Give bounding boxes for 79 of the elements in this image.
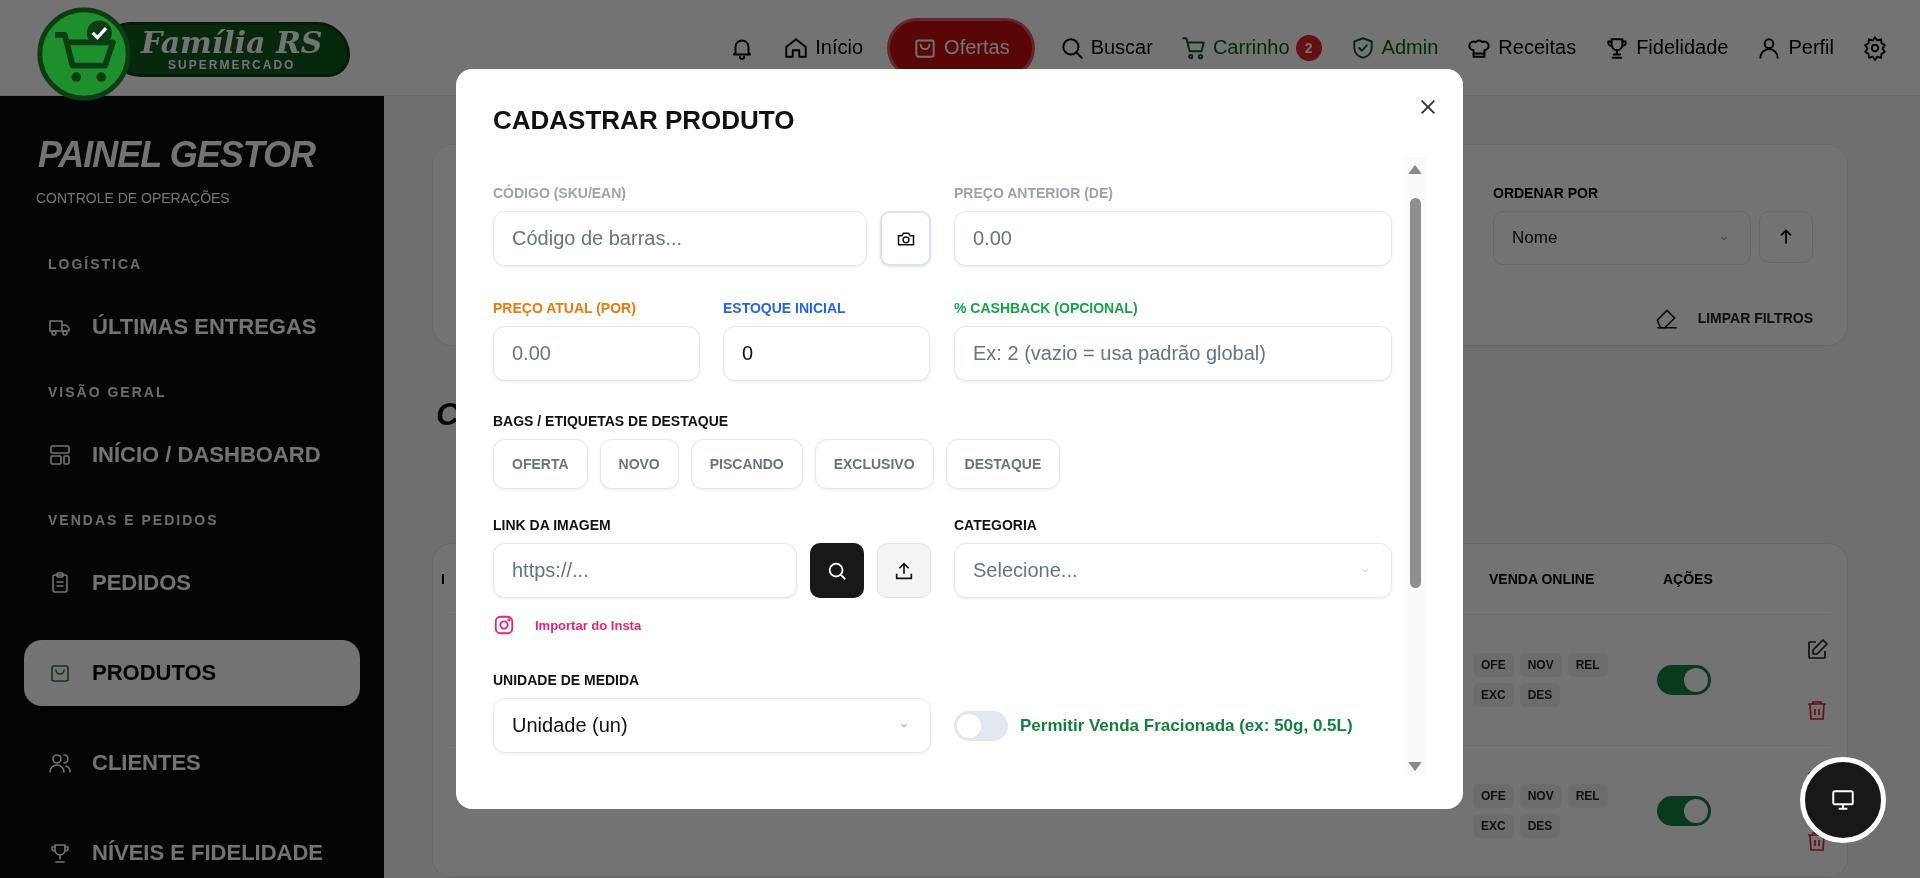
cashback-field[interactable]: Ex: 2 (vazio = usa padrão global)	[954, 326, 1392, 381]
edit-icon[interactable]	[1805, 638, 1829, 662]
tag: OFE	[1473, 784, 1514, 808]
clear-filters-link[interactable]: LIMPAR FILTROS	[1653, 305, 1813, 331]
fractional-sale-toggle[interactable]	[954, 710, 1008, 741]
old-price-field[interactable]: 0.00	[954, 211, 1392, 266]
column-header: AÇÕES	[1662, 571, 1713, 587]
section-heading: LOGÍSTICA	[48, 256, 144, 272]
column-header: I	[441, 571, 445, 587]
field-label: % CASHBACK (OPCIONAL)	[954, 300, 1139, 316]
sort-select[interactable]: Nome	[1493, 211, 1751, 265]
online-toggle[interactable]	[1657, 665, 1711, 695]
gear-icon	[1862, 34, 1888, 61]
camera-button[interactable]	[880, 211, 931, 266]
tag: EXC	[1473, 683, 1514, 707]
logo-subtitle: SUPERMERCADO	[168, 58, 296, 73]
trophy-icon	[48, 841, 72, 865]
instagram-icon	[493, 614, 515, 636]
field-label: BAGS / ETIQUETAS DE DESTAQUE	[493, 413, 730, 429]
upload-button[interactable]	[877, 543, 931, 598]
section-heading: VISÃO GERAL	[48, 384, 168, 400]
unit-select[interactable]: Unidade (un)	[493, 698, 931, 753]
scrollbar[interactable]	[1404, 157, 1426, 775]
tag: DES	[1519, 683, 1561, 707]
tag: DES	[1519, 814, 1561, 838]
instagram-import-link[interactable]: Importar do Insta	[493, 614, 931, 636]
sidebar-item[interactable]: NÍVEIS E FIDELIDADE	[24, 820, 360, 878]
badge-option[interactable]: EXCLUSIVO	[814, 439, 934, 489]
scroll-up-arrow-icon[interactable]	[1408, 165, 1422, 174]
badge-option[interactable]: NOVO	[599, 439, 679, 489]
column-header: VENDA ONLINE	[1488, 571, 1595, 587]
tag: REL	[1567, 784, 1608, 808]
sidebar-item[interactable]: PEDIDOS	[24, 550, 360, 616]
nav-link[interactable]: Perfil	[1752, 20, 1838, 75]
logo-title: Família RS	[141, 26, 323, 59]
dialog-title: CADASTRAR PRODUTO	[493, 105, 795, 136]
panel-title: PAINEL GESTOR	[38, 134, 317, 176]
sidebar-item[interactable]: CLIENTES	[24, 730, 360, 796]
online-toggle[interactable]	[1657, 796, 1711, 826]
price-field[interactable]: 0.00	[493, 326, 700, 381]
field-label: PREÇO ANTERIOR (DE)	[954, 185, 1114, 201]
panel-subtitle: CONTROLE DE OPERAÇÕES	[36, 190, 231, 206]
nav-link[interactable]: Fidelidade	[1600, 20, 1733, 75]
nav-link[interactable]: Carrinho 2	[1176, 20, 1326, 75]
layout-icon	[48, 443, 72, 467]
image-url-field[interactable]: https://...	[493, 543, 797, 598]
barcode-field[interactable]: Código de barras...	[493, 211, 867, 266]
tag: EXC	[1473, 814, 1514, 838]
category-select[interactable]: Selecione...	[954, 543, 1392, 598]
stock-field[interactable]: 0	[723, 326, 930, 381]
users-icon	[48, 751, 72, 775]
field-label: UNIDADE DE MEDIDA	[493, 672, 641, 688]
nav-link[interactable]: Início	[779, 20, 868, 75]
nav-link[interactable]: Receitas	[1462, 20, 1581, 75]
field-label: ESTOQUE INICIAL	[723, 300, 847, 316]
search-button[interactable]	[810, 543, 864, 598]
field-label: CATEGORIA	[954, 517, 1038, 533]
monitor-icon	[1830, 787, 1856, 813]
badge-option[interactable]: PISCANDO	[690, 439, 803, 489]
tag: NOV	[1519, 784, 1562, 808]
badge-option[interactable]: DESTAQUE	[945, 439, 1061, 489]
sidebar-item[interactable]: INÍCIO / DASHBOARD	[24, 422, 360, 488]
sidebar-item[interactable]: ÚLTIMAS ENTREGAS	[24, 294, 360, 360]
tag: REL	[1567, 653, 1608, 677]
sort-label: ORDENAR POR	[1493, 185, 1599, 201]
cart-icon	[1180, 34, 1207, 61]
cart-count-badge: 2	[1295, 34, 1322, 61]
field-label: CÓDIGO (SKU/EAN)	[493, 185, 627, 201]
tag: NOV	[1519, 653, 1562, 677]
nav-link[interactable]: Admin	[1345, 20, 1443, 75]
field-label: LINK DA IMAGEM	[493, 517, 612, 533]
section-heading: VENDAS E PEDIDOS	[48, 512, 220, 528]
scroll-down-arrow-icon[interactable]	[1408, 762, 1422, 771]
field-label: PREÇO ATUAL (POR)	[493, 300, 637, 316]
badge-option[interactable]: OFERTA	[493, 439, 588, 489]
tag: OFE	[1473, 653, 1514, 677]
sidebar-item[interactable]: PRODUTOS	[24, 640, 360, 706]
nav-link[interactable]: Buscar	[1054, 20, 1157, 75]
fractional-sale-label: Permitir Venda Fracionada (ex: 50g, 0.5L)	[1020, 715, 1353, 736]
